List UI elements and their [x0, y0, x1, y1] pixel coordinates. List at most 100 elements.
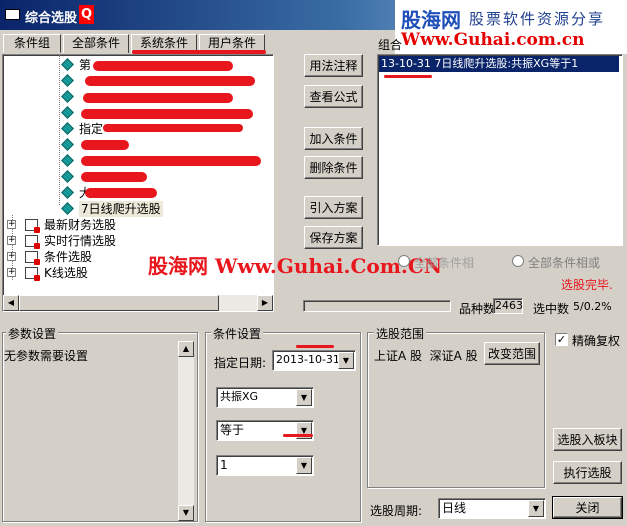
- selected-label: 选中数: [533, 302, 570, 316]
- delete-condition-button[interactable]: 删除条件: [304, 156, 363, 179]
- condition-gem-icon: [61, 186, 74, 199]
- change-range-button[interactable]: 改变范围: [484, 342, 540, 365]
- chevron-down-icon[interactable]: ▼: [296, 389, 312, 406]
- condition-gem-icon: [61, 74, 74, 87]
- redaction-mark: [81, 172, 147, 182]
- precise-adjust-label: 精确复权: [572, 334, 621, 348]
- redaction-mark: [384, 75, 432, 78]
- combo-condition-list[interactable]: 13-10-31 7日线爬升选股:共振XG等于1: [377, 54, 623, 246]
- save-scheme-button[interactable]: 保存方案: [304, 226, 363, 249]
- period-value: 日线: [442, 501, 467, 515]
- condition-title: 条件设置: [211, 325, 264, 342]
- redaction-mark: [103, 124, 243, 132]
- all-and-label: 全部条件相: [414, 256, 475, 270]
- date-value: 2013-10-31: [276, 353, 340, 366]
- window-title: 综合选股: [25, 11, 78, 26]
- value-value: 1: [220, 458, 228, 472]
- stock-screener-window: 综合选股 Q 股海网 股票软件资源分享 Www.Guhai.com.cn 条件组…: [0, 0, 627, 526]
- field-select[interactable]: 共振XG ▼: [216, 387, 314, 408]
- scroll-thumb[interactable]: [19, 295, 219, 311]
- condition-gem-icon: [61, 106, 74, 119]
- chevron-down-icon[interactable]: ▼: [296, 457, 312, 474]
- params-title: 参数设置: [6, 325, 59, 342]
- tree-item-label: 指定: [79, 122, 104, 136]
- all-and-radio[interactable]: [398, 255, 410, 267]
- import-scheme-button[interactable]: 引入方案: [304, 196, 363, 219]
- scroll-left-icon[interactable]: ◀: [3, 295, 19, 311]
- condition-gem-icon: [61, 138, 74, 151]
- window-icon[interactable]: [5, 9, 20, 20]
- redaction-mark: [81, 109, 253, 119]
- precise-adjust-checkbox[interactable]: ✓: [555, 333, 568, 346]
- field-value: 共振XG: [220, 390, 259, 403]
- redaction-mark: [85, 76, 255, 86]
- brand-url: Www.Guhai.com.cn: [401, 30, 585, 50]
- operator-select[interactable]: 等于 ▼: [216, 420, 314, 441]
- condition-gem-icon: [61, 202, 74, 215]
- brand-banner: 股海网 股票软件资源分享 Www.Guhai.com.cn: [395, 0, 627, 54]
- count-label: 品种数: [459, 302, 496, 316]
- add-condition-button[interactable]: 加入条件: [304, 127, 363, 150]
- condition-gem-icon: [61, 58, 74, 71]
- help-icon[interactable]: Q: [79, 5, 94, 24]
- close-button[interactable]: 关闭: [552, 496, 623, 519]
- watermark: 股海网 Www.Guhai.Com.CN: [148, 254, 443, 278]
- list-item[interactable]: 13-10-31 7日线爬升选股:共振XG等于1: [379, 56, 619, 72]
- expand-icon[interactable]: +: [7, 220, 16, 229]
- tree-folder-label: 条件选股: [44, 250, 93, 264]
- tree-item-label: 7日线爬升选股: [79, 201, 163, 217]
- redaction-mark: [81, 140, 129, 150]
- folder-icon: [25, 219, 40, 233]
- tree-folder-label: 实时行情选股: [44, 234, 117, 248]
- condition-gem-icon: [61, 170, 74, 183]
- redaction-mark: [85, 188, 157, 198]
- usage-notes-button[interactable]: 用法注释: [304, 54, 363, 77]
- condition-gem-icon: [61, 154, 74, 167]
- selected-value: 5/0.2%: [573, 300, 612, 313]
- value-select[interactable]: 1 ▼: [216, 455, 314, 476]
- all-or-radio[interactable]: [512, 255, 524, 267]
- chevron-down-icon[interactable]: ▼: [338, 352, 354, 369]
- brand-name: 股海网: [401, 8, 461, 32]
- folder-icon: [25, 251, 40, 265]
- scope-text: 上证A 股 深证A 股: [374, 349, 478, 363]
- add-to-sector-button[interactable]: 选股入板块: [553, 428, 622, 451]
- progress-bar: [303, 300, 451, 312]
- tree-folder-label: K线选股: [44, 266, 88, 280]
- tree-horizontal-scrollbar[interactable]: ◀ ▶: [3, 295, 273, 311]
- redaction-mark: [83, 93, 233, 103]
- chevron-down-icon[interactable]: ▼: [528, 500, 544, 517]
- tree-folder-label: 最新财务选股: [44, 218, 117, 232]
- condition-gem-icon: [61, 122, 74, 135]
- scroll-up-icon[interactable]: ▲: [178, 341, 194, 357]
- combo-group-label: 组合: [378, 38, 403, 52]
- brand-slogan: 股票软件资源分享: [469, 10, 606, 28]
- folder-icon: [25, 235, 40, 249]
- expand-icon[interactable]: +: [7, 252, 16, 261]
- scroll-down-icon[interactable]: ▼: [178, 505, 194, 521]
- run-screening-button[interactable]: 执行选股: [553, 461, 622, 484]
- tree-guide: [59, 55, 60, 205]
- operator-value: 等于: [220, 423, 245, 437]
- period-select[interactable]: 日线 ▼: [438, 498, 546, 519]
- all-or-label: 全部条件相或: [528, 256, 601, 270]
- redaction-mark: [81, 156, 261, 166]
- tree-item-label: 第: [79, 58, 92, 72]
- expand-icon[interactable]: +: [7, 236, 16, 245]
- scroll-right-icon[interactable]: ▶: [257, 295, 273, 311]
- condition-gem-icon: [61, 90, 74, 103]
- scope-title: 选股范围: [374, 325, 427, 342]
- tab-all-conditions[interactable]: 全部条件: [63, 34, 129, 53]
- count-value: 2463: [493, 298, 523, 314]
- redaction-mark: [283, 434, 313, 437]
- view-formula-button[interactable]: 查看公式: [304, 85, 363, 108]
- expand-icon[interactable]: +: [7, 268, 16, 277]
- params-text: 无参数需要设置: [4, 349, 89, 363]
- tab-condition-group[interactable]: 条件组: [3, 34, 61, 53]
- date-picker[interactable]: 2013-10-31 ▼: [272, 350, 356, 371]
- folder-icon: [25, 267, 40, 281]
- status-text: 选股完毕.: [561, 278, 613, 292]
- date-label: 指定日期:: [214, 356, 267, 370]
- params-vertical-scrollbar[interactable]: ▲ ▼: [178, 341, 194, 521]
- period-label: 选股周期:: [370, 504, 423, 518]
